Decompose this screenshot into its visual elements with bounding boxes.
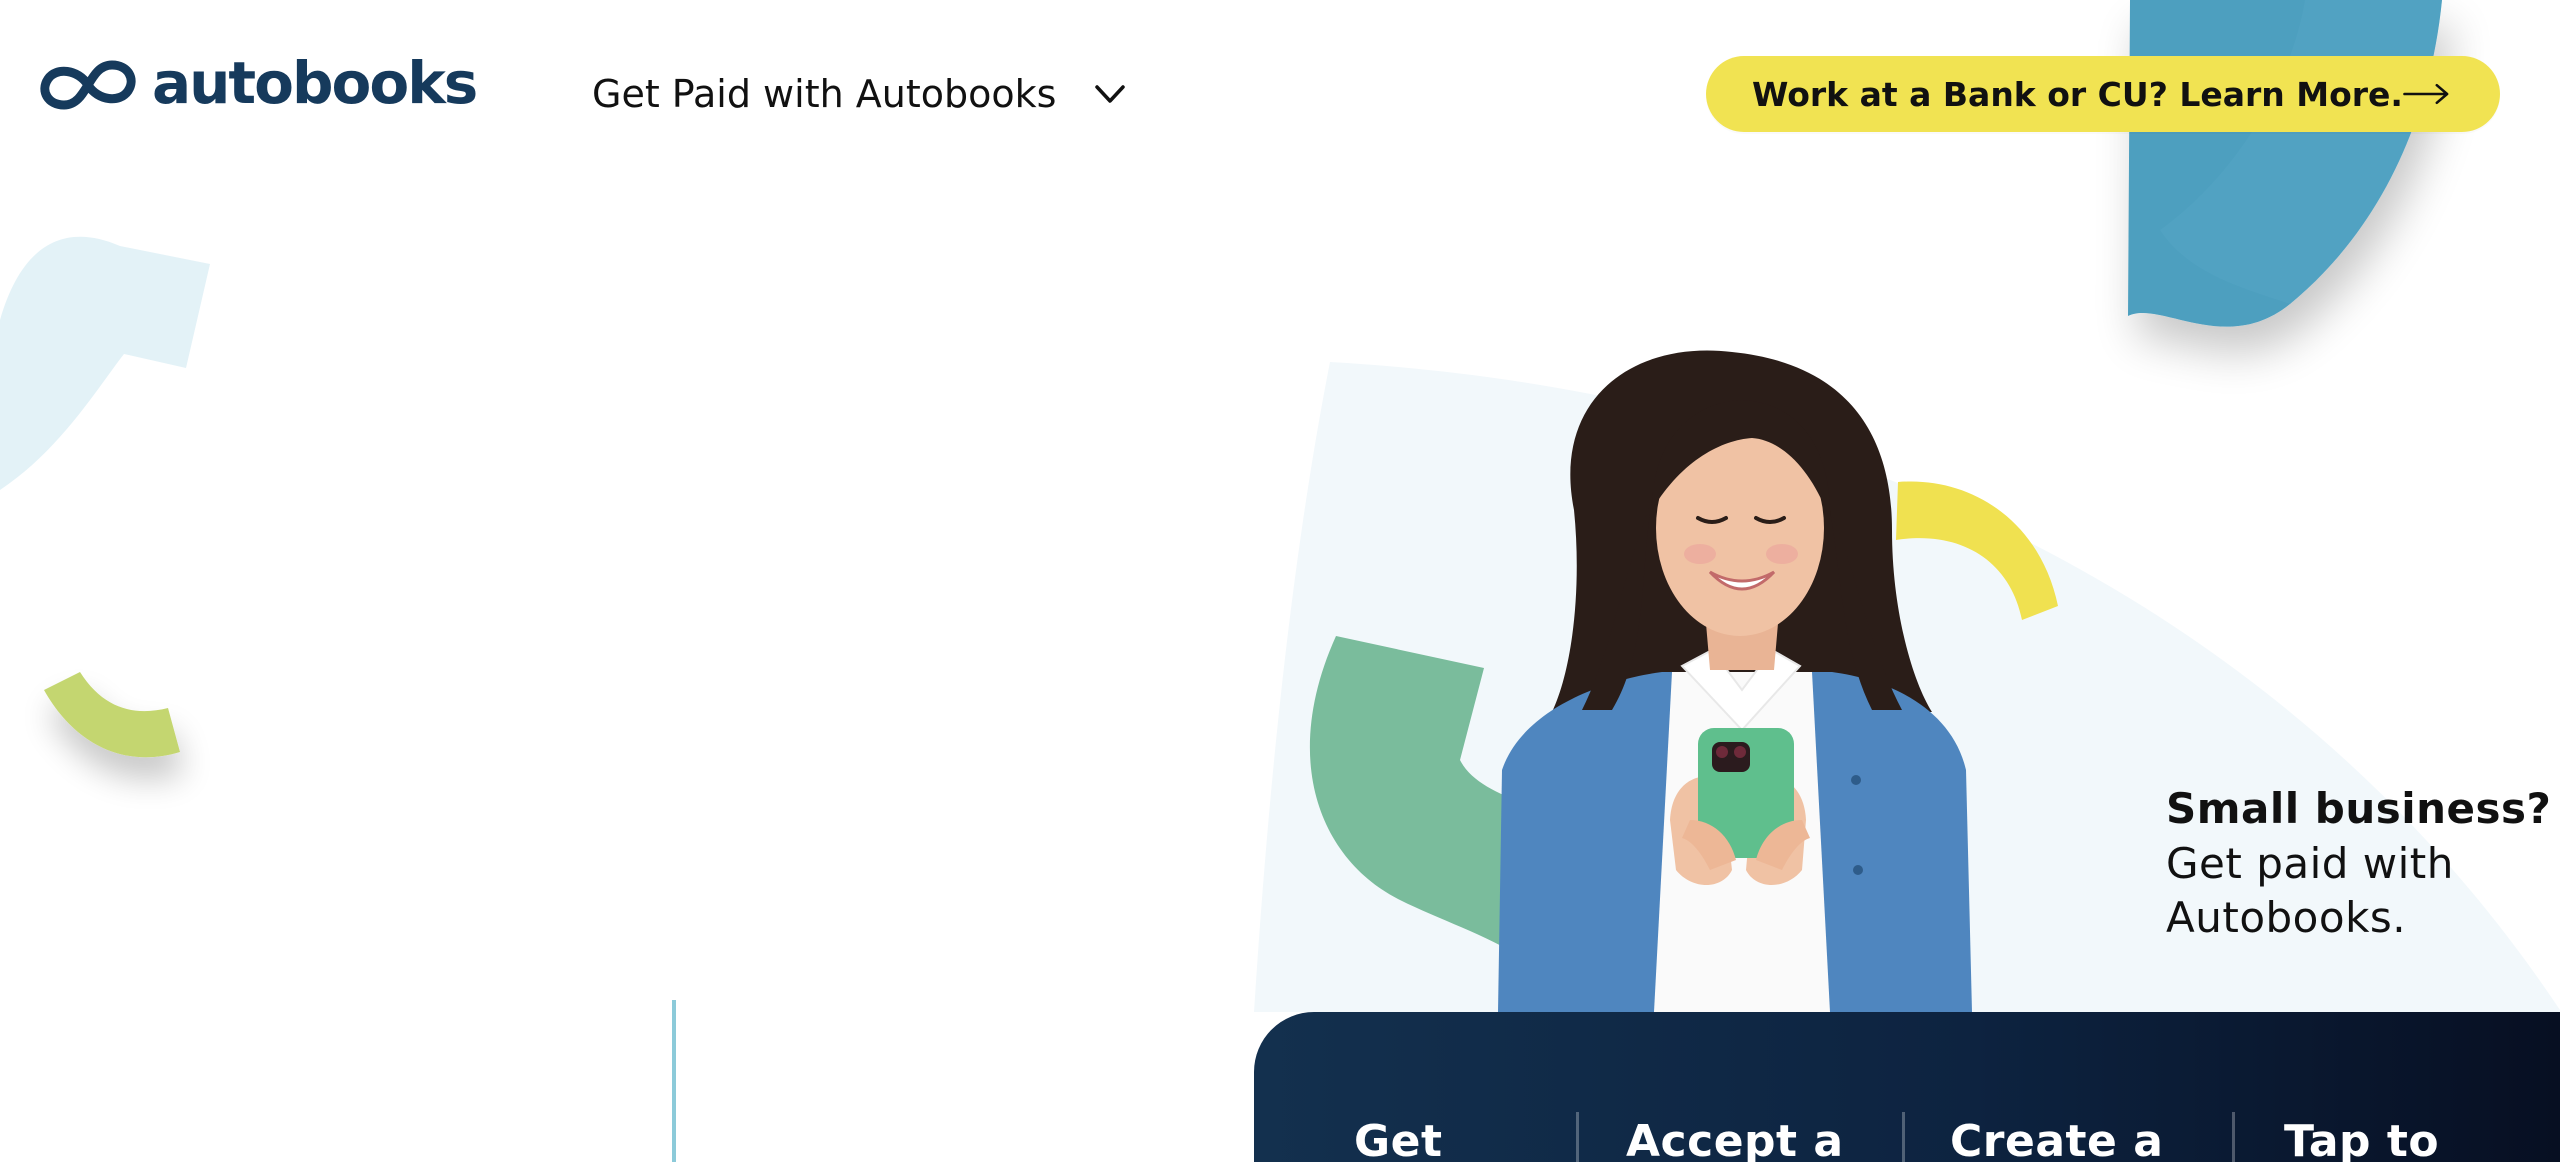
- get-paid-dropdown-label: Get Paid with Autobooks: [592, 72, 1057, 116]
- hero-copy: Small business? Get paid with Autobooks.: [2166, 782, 2552, 944]
- get-paid-dropdown[interactable]: Get Paid with Autobooks: [592, 66, 1130, 122]
- feature-panel: Get Accept a Create a Tap to: [1254, 1012, 2560, 1162]
- hero-subline: Get paid with Autobooks.: [2166, 839, 2454, 942]
- logo-wordmark: autobooks: [152, 49, 478, 117]
- feature-tab-tap[interactable]: Tap to: [2232, 1012, 2560, 1162]
- autobooks-logo-icon: [40, 60, 136, 110]
- light-blue-hook-shape: [0, 236, 210, 490]
- hero-headline: Small business?: [2166, 784, 2552, 833]
- vertical-divider: [672, 1000, 676, 1162]
- homepage: autobooks Get Paid with Autobooks Work a…: [0, 0, 2560, 1162]
- feature-tab-get[interactable]: Get: [1254, 1012, 1576, 1162]
- bank-cu-learn-more-label: Work at a Bank or CU? Learn More.: [1752, 74, 2403, 114]
- arrow-right-icon: [2403, 83, 2449, 105]
- site-header: autobooks Get Paid with Autobooks Work a…: [0, 0, 2560, 190]
- feature-tabs: Get Accept a Create a Tap to: [1254, 1012, 2560, 1162]
- feature-tab-accept[interactable]: Accept a: [1576, 1012, 1902, 1162]
- chevron-down-icon: [1095, 85, 1126, 103]
- feature-tab-create[interactable]: Create a: [1902, 1012, 2232, 1162]
- hero-photo-woman-with-phone: [1498, 350, 1972, 1012]
- autobooks-logo[interactable]: autobooks: [38, 49, 478, 117]
- bank-cu-learn-more-button[interactable]: Work at a Bank or CU? Learn More.: [1706, 56, 2500, 132]
- lime-arc-shape: [44, 672, 180, 758]
